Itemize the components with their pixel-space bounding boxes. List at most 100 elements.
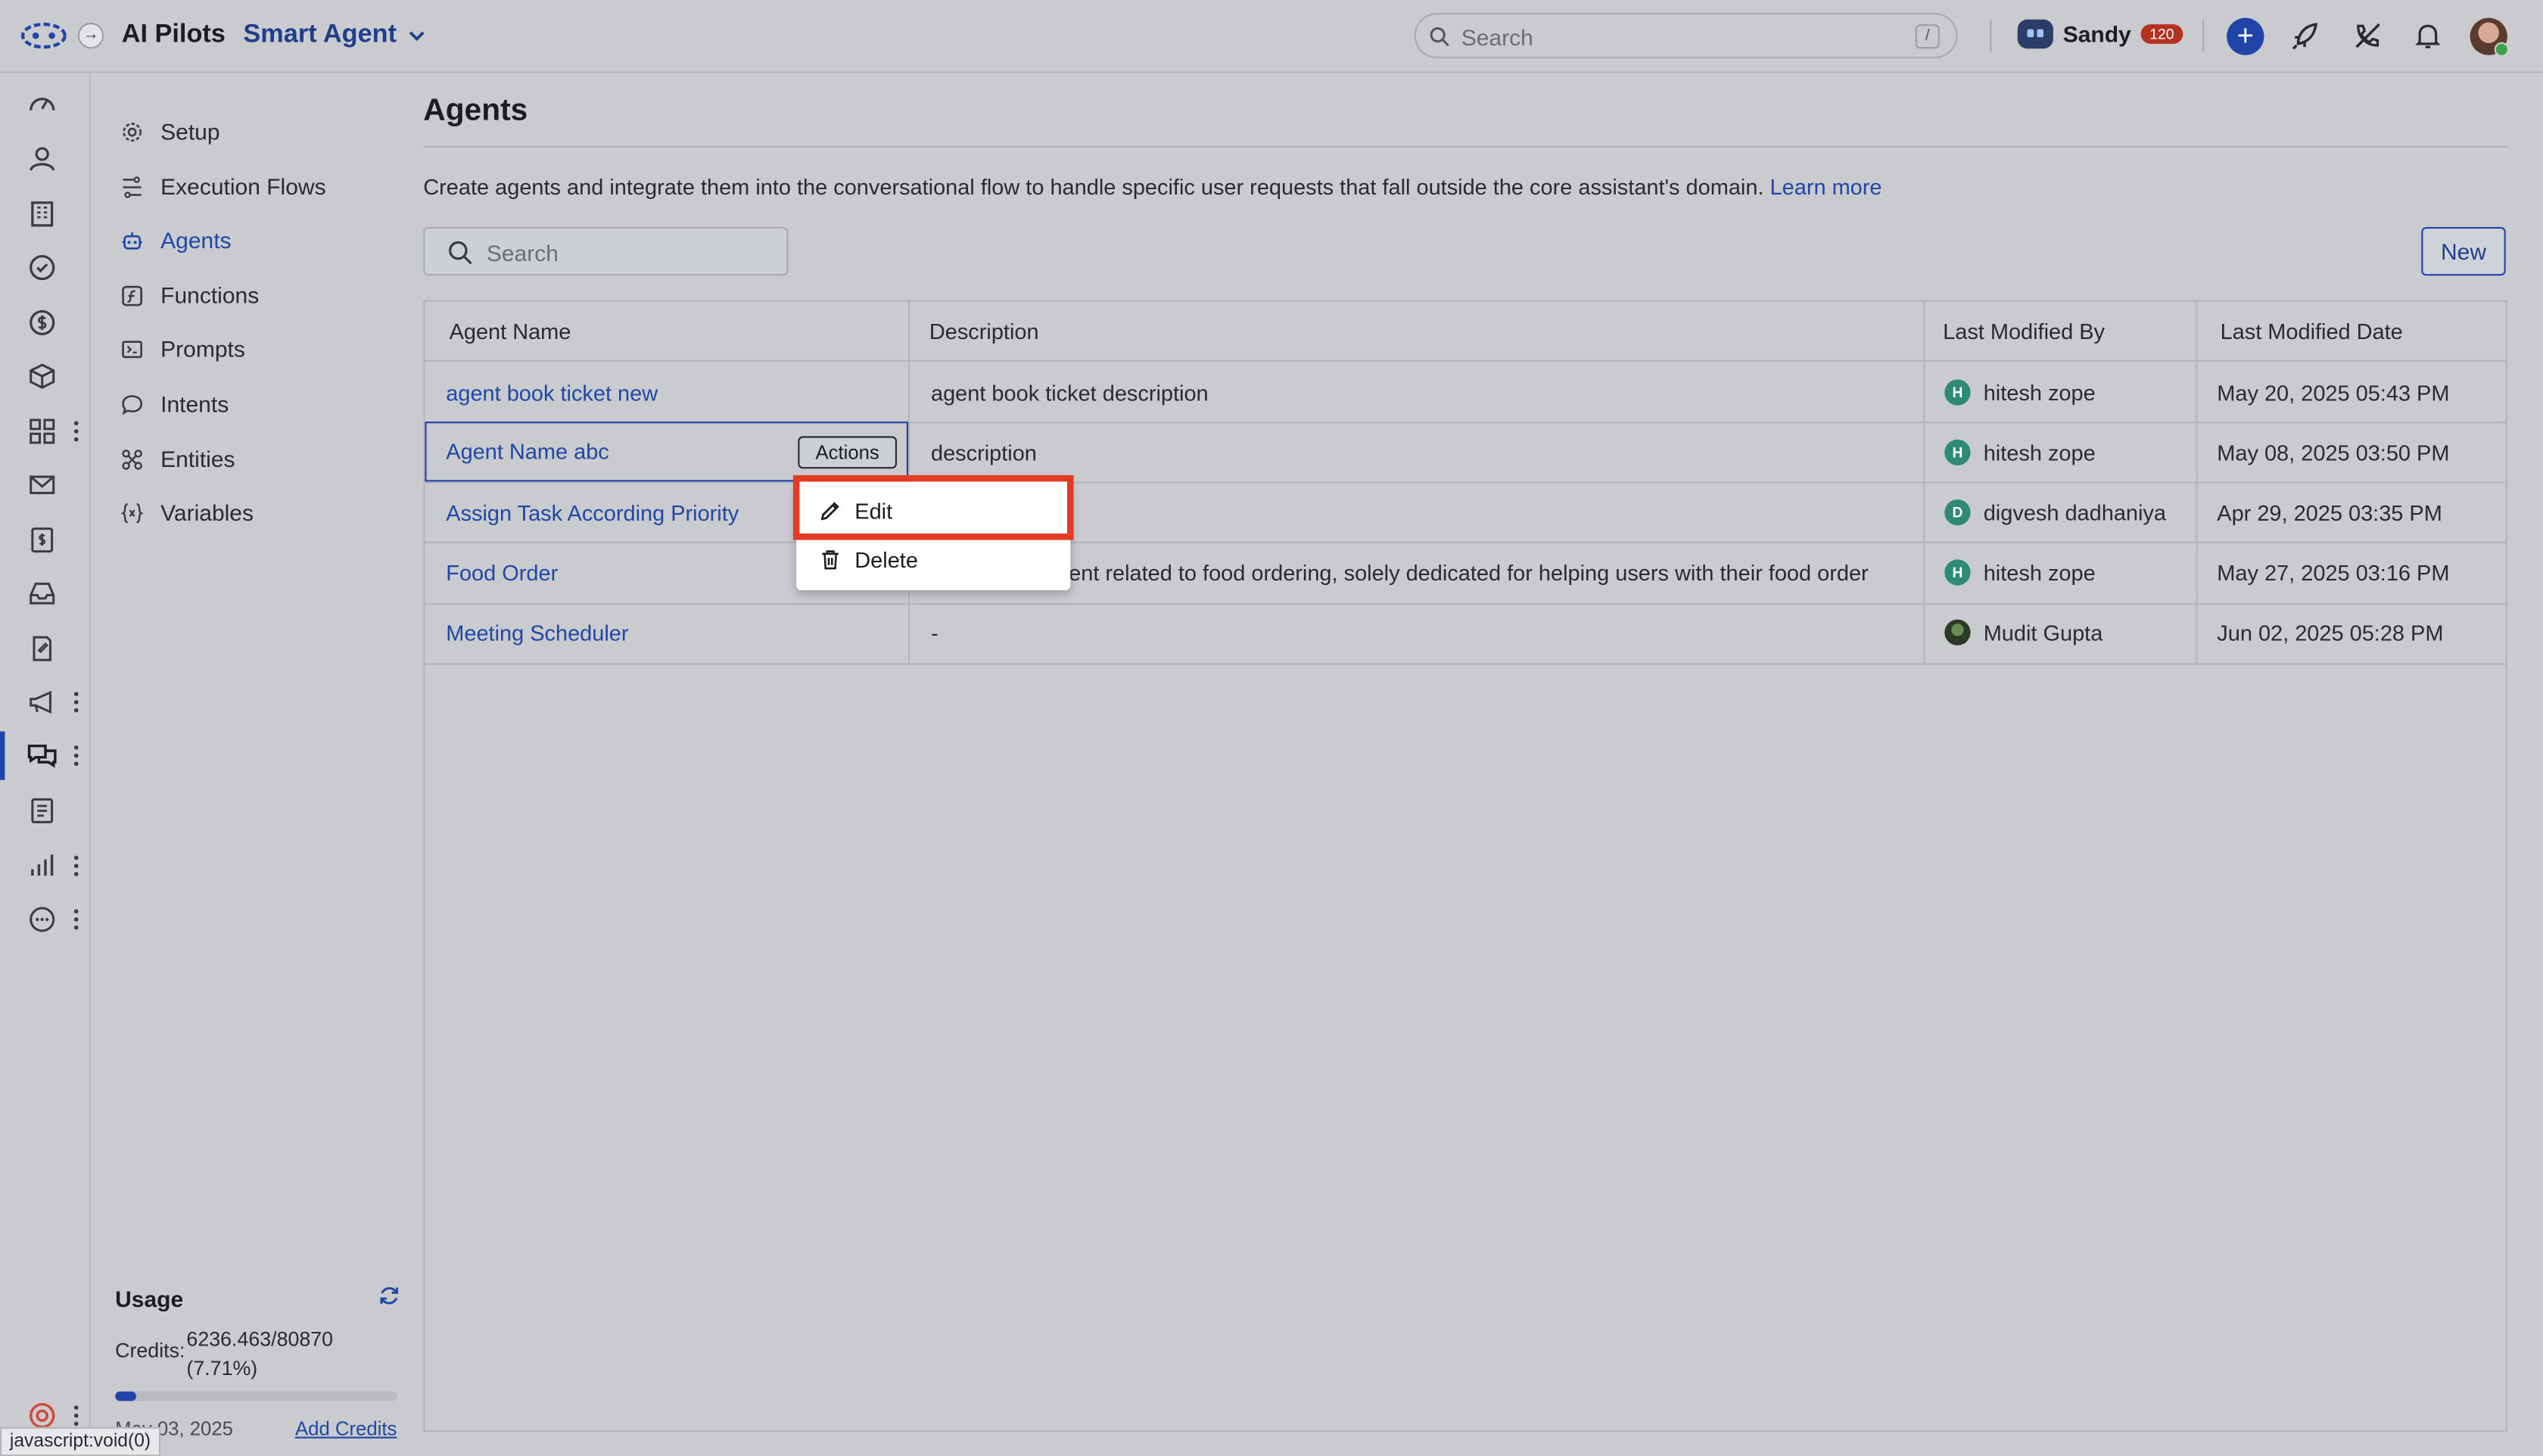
modified-date: May 08, 2025 03:50 PM	[2217, 440, 2450, 465]
sidebar-item-entities[interactable]: Entities	[120, 443, 235, 475]
modified-by: Hhitesh zope	[1944, 559, 2096, 586]
refresh-icon[interactable]	[378, 1284, 400, 1307]
function-icon	[122, 285, 143, 306]
global-search-input[interactable]: Search /	[1414, 13, 1958, 59]
sidebar-item-variables[interactable]: Variables	[120, 496, 254, 529]
row-divider	[425, 603, 2506, 605]
credits-label: Credits:	[115, 1339, 185, 1362]
menu-item-label: Delete	[854, 547, 918, 572]
gear-icon	[123, 122, 142, 141]
invoice-icon[interactable]	[26, 524, 58, 556]
sidebar-item-functions[interactable]: Functions	[120, 279, 259, 312]
bar-chart-icon[interactable]	[26, 850, 58, 882]
column-header-last-modified-date[interactable]: Last Modified Date	[2221, 319, 2403, 344]
page-title: Agents	[423, 94, 528, 129]
more-vertical-icon[interactable]	[71, 691, 81, 714]
modified-by: Hhitesh zope	[1944, 379, 2096, 406]
agent-name-link[interactable]: Agent Name abc	[446, 440, 609, 464]
phone-off-icon[interactable]	[2350, 18, 2386, 54]
more-vertical-icon[interactable]	[71, 745, 81, 767]
collapse-arrow-icon[interactable]: →	[77, 23, 104, 49]
modified-by-name: hitesh zope	[1983, 381, 2096, 406]
more-vertical-icon[interactable]	[71, 420, 81, 443]
modified-by-name: Mudit Gupta	[1983, 621, 2103, 646]
sidebar-item-execution-flows[interactable]: Execution Flows	[120, 170, 326, 203]
more-vertical-icon[interactable]	[71, 854, 81, 877]
app-title: AI Pilots	[121, 20, 226, 49]
apps-grid-icon[interactable]	[26, 415, 58, 448]
add-credits-link[interactable]: Add Credits	[295, 1417, 397, 1440]
agent-name-link[interactable]: Meeting Scheduler	[446, 621, 628, 646]
document-sign-icon[interactable]	[26, 633, 58, 665]
agent-description: description	[931, 440, 1037, 465]
status-bar-tooltip: javascript:void(0)	[0, 1426, 160, 1456]
edit-highlight-box	[792, 474, 1074, 540]
chat-icon	[122, 394, 143, 415]
modified-date: Jun 02, 2025 05:28 PM	[2217, 621, 2444, 646]
inbox-icon[interactable]	[26, 577, 58, 610]
column-header-description[interactable]: Description	[929, 319, 1039, 344]
usage-progress-bar	[115, 1391, 397, 1402]
dashboard-icon[interactable]	[26, 89, 58, 122]
credits-value: 6236.463/80870 (7.71%)	[186, 1325, 365, 1383]
row-divider	[425, 481, 2506, 484]
description-text: Create agents and integrate them into th…	[423, 175, 1764, 200]
app-switcher[interactable]: Smart Agent	[243, 21, 426, 51]
global-search-placeholder: Search	[1461, 24, 1533, 51]
rocket-icon[interactable]	[2289, 18, 2324, 54]
search-icon	[1430, 26, 1449, 47]
app-switcher-label: Smart Agent	[243, 20, 397, 49]
add-button[interactable]: +	[2227, 17, 2264, 55]
sidebar-item-prompts[interactable]: Prompts	[120, 332, 245, 365]
mail-icon[interactable]	[26, 468, 58, 501]
divider	[423, 145, 2507, 148]
profile-avatar[interactable]	[2470, 17, 2509, 57]
sidebar-item-setup[interactable]: Setup	[120, 115, 220, 148]
actions-button[interactable]: Actions	[798, 436, 897, 469]
agents-search-input[interactable]: Search	[423, 227, 789, 276]
top-bar: → AI Pilots Smart Agent Search / Sandy 1…	[0, 0, 2543, 73]
dollar-circle-icon[interactable]	[26, 306, 58, 339]
credits-badge: 120	[2141, 24, 2183, 44]
modified-date: May 20, 2025 05:43 PM	[2217, 381, 2450, 406]
divider	[2202, 19, 2205, 52]
bot-avatar-icon	[2017, 19, 2053, 49]
more-vertical-icon[interactable]	[71, 908, 81, 931]
contacts-icon[interactable]	[26, 143, 58, 176]
sidebar: Setup Execution Flows Agents Functions P…	[91, 73, 425, 1456]
more-vertical-icon[interactable]	[71, 1405, 81, 1427]
column-header-agent-name[interactable]: Agent Name	[450, 319, 571, 344]
sidebar-item-agents[interactable]: Agents	[120, 224, 232, 257]
agent-description: ent related to food ordering, solely ded…	[1069, 561, 1869, 586]
column-header-last-modified-by[interactable]: Last Modified By	[1943, 319, 2105, 344]
menu-item-delete[interactable]: Delete	[796, 535, 1070, 583]
trash-icon	[822, 550, 839, 570]
box-icon[interactable]	[26, 360, 58, 393]
agent-name-link[interactable]: agent book ticket new	[446, 381, 658, 406]
sidebar-item-intents[interactable]: Intents	[120, 387, 229, 420]
agent-description: -	[931, 621, 938, 646]
flow-icon	[123, 176, 142, 198]
bell-icon[interactable]	[2410, 18, 2445, 54]
more-circle-icon[interactable]	[26, 904, 58, 936]
sidebar-item-label: Execution Flows	[160, 173, 326, 200]
new-agent-button[interactable]: New	[2421, 227, 2506, 276]
user-name: Sandy	[2062, 20, 2131, 48]
table-header: Agent Name Description Last Modified By …	[425, 302, 2506, 362]
variables-icon	[120, 502, 144, 523]
agent-name-link[interactable]: Assign Task According Priority	[446, 501, 739, 525]
building-icon[interactable]	[26, 198, 58, 230]
modified-by-name: hitesh zope	[1983, 561, 2096, 586]
logo-icon[interactable]	[20, 21, 68, 58]
notes-icon[interactable]	[26, 795, 58, 827]
modified-by-name: hitesh zope	[1983, 440, 2096, 465]
sidebar-item-label: Variables	[160, 499, 254, 526]
conversations-icon[interactable]	[26, 739, 58, 772]
learn-more-link[interactable]: Learn more	[1770, 175, 1882, 199]
selected-agent-cell[interactable]: Agent Name abc Actions	[425, 422, 908, 482]
check-circle-icon[interactable]	[26, 251, 58, 284]
agent-name-link[interactable]: Food Order	[446, 561, 558, 585]
rail-active-indicator	[0, 731, 5, 780]
megaphone-icon[interactable]	[26, 686, 58, 718]
workspace-user-chip[interactable]: Sandy 120	[2017, 19, 2183, 49]
